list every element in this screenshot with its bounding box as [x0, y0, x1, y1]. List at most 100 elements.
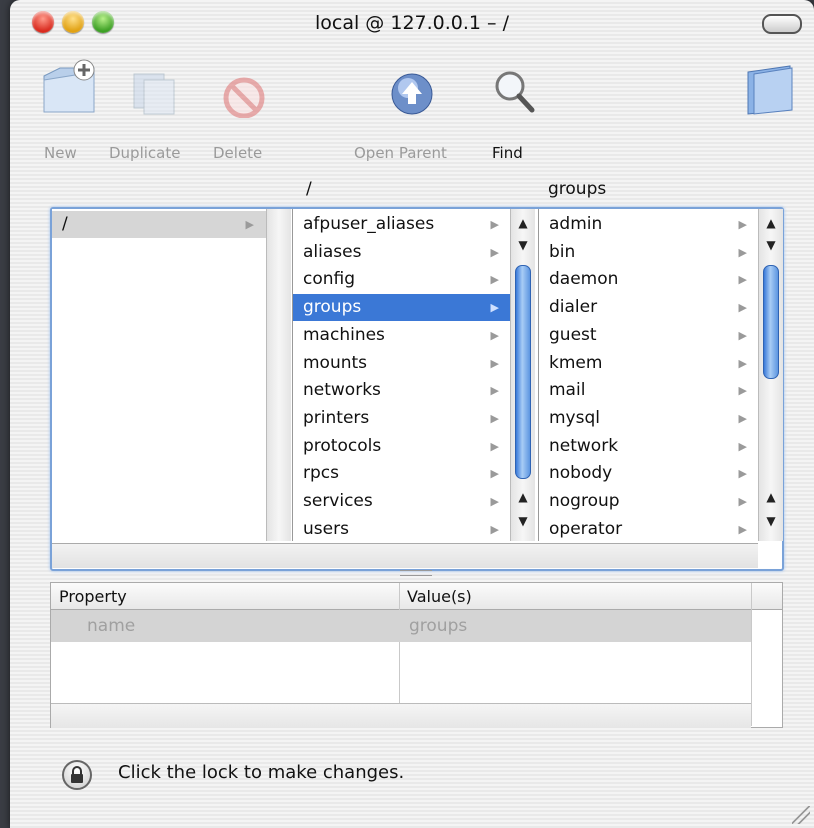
disclosure-arrow-icon: ▶ — [738, 467, 747, 481]
delete-label: Delete — [213, 144, 263, 162]
title-bar[interactable]: local @ 127.0.0.1 – / — [10, 0, 814, 46]
disclosure-arrow-icon: ▶ — [490, 411, 499, 425]
find-label: Find — [492, 144, 523, 162]
list-item[interactable]: bin ▶ — [539, 239, 759, 266]
list-item[interactable]: services ▶ — [293, 488, 511, 515]
properties-table: Property Value(s) name groups — [50, 582, 783, 728]
new-label: New — [44, 144, 77, 162]
column2-header: / — [306, 179, 312, 199]
delete-icon — [223, 77, 265, 118]
disclosure-arrow-icon: ▶ — [490, 301, 499, 315]
lock-icon — [71, 766, 83, 783]
table-row[interactable]: name groups — [51, 610, 751, 642]
list-item[interactable]: dialer ▶ — [539, 294, 759, 321]
property-value-cell: groups — [409, 616, 468, 636]
list-item[interactable]: rpcs ▶ — [293, 460, 511, 487]
scroll-down-arrow-icon[interactable]: ▼ — [511, 233, 535, 257]
disclosure-arrow-icon: ▶ — [490, 522, 499, 536]
disclosure-arrow-icon: ▶ — [738, 384, 747, 398]
disclosure-arrow-icon: ▶ — [490, 439, 499, 453]
list-item[interactable]: network ▶ — [539, 433, 759, 460]
scroll-up-arrow-icon[interactable]: ▲ — [511, 485, 535, 509]
disclosure-arrow-icon: ▶ — [245, 218, 254, 231]
list-item[interactable]: mail ▶ — [539, 377, 759, 404]
list-item[interactable]: users ▶ — [293, 516, 511, 543]
browser-column-2: afpuser_aliases ▶ aliases ▶ config ▶ groups ▶ ma… — [292, 209, 511, 541]
disclosure-arrow-icon: ▶ — [490, 467, 499, 481]
browser-horizontal-scrollbar[interactable] — [52, 543, 758, 568]
scroll-down-arrow-icon[interactable]: ▼ — [759, 509, 783, 533]
disclosure-arrow-icon: ▶ — [738, 356, 747, 370]
disclosure-arrow-icon: ▶ — [738, 411, 747, 425]
properties-horizontal-scrollbar[interactable] — [51, 703, 751, 728]
disclosure-arrow-icon: ▶ — [738, 328, 747, 342]
list-item[interactable]: / ▶ — [52, 211, 266, 238]
list-item[interactable]: operator ▶ — [539, 516, 759, 543]
new-button[interactable] — [40, 58, 98, 118]
disclosure-arrow-icon: ▶ — [738, 439, 747, 453]
list-item[interactable]: guest ▶ — [539, 322, 759, 349]
window-title: local @ 127.0.0.1 – / — [315, 12, 509, 34]
column3-scrollbar[interactable]: ▲ ▼ ▲ ▼ — [758, 209, 783, 541]
disclosure-arrow-icon: ▶ — [738, 245, 747, 259]
list-item[interactable]: admin ▶ — [539, 211, 759, 238]
folder-icon — [747, 65, 793, 115]
disclosure-arrow-icon: ▶ — [490, 245, 499, 259]
list-item[interactable]: mysql ▶ — [539, 405, 759, 432]
disclosure-arrow-icon: ▶ — [490, 218, 499, 231]
column2-scrollbar[interactable]: ▲ ▼ ▲ ▼ — [510, 209, 535, 541]
list-item[interactable]: nogroup ▶ — [539, 488, 759, 515]
column1-scrollbar[interactable] — [266, 209, 291, 541]
list-item[interactable]: aliases ▶ — [293, 239, 511, 266]
disclosure-arrow-icon: ▶ — [490, 384, 499, 398]
list-item[interactable]: printers ▶ — [293, 405, 511, 432]
column3-header: groups — [548, 179, 607, 199]
disclosure-arrow-icon: ▶ — [490, 273, 499, 287]
list-item[interactable]: mounts ▶ — [293, 350, 511, 377]
list-item[interactable]: afpuser_aliases ▶ — [293, 211, 511, 238]
scroll-down-arrow-icon[interactable]: ▼ — [511, 509, 535, 533]
toolbar-toggle-button[interactable] — [762, 14, 802, 34]
directory-browser: / ▶ afpuser_aliases ▶ aliases ▶ config ▶ group… — [50, 207, 784, 571]
duplicate-button[interactable] — [128, 58, 180, 118]
split-view-grip[interactable] — [400, 570, 432, 576]
list-item[interactable]: kmem ▶ — [539, 350, 759, 377]
magnifier-icon — [495, 71, 535, 113]
list-item[interactable]: groups ▶ — [293, 294, 511, 322]
disclosure-arrow-icon: ▶ — [738, 495, 747, 508]
list-item[interactable]: daemon ▶ — [539, 266, 759, 293]
column-divider — [751, 583, 752, 726]
folder-button[interactable] — [740, 58, 796, 118]
delete-button[interactable] — [218, 58, 270, 118]
values-column-header[interactable]: Value(s) — [407, 587, 472, 606]
list-item[interactable]: nobody ▶ — [539, 460, 759, 487]
duplicate-label: Duplicate — [109, 144, 181, 162]
scroll-up-arrow-icon[interactable]: ▲ — [511, 211, 535, 235]
list-item[interactable]: machines ▶ — [293, 322, 511, 349]
list-item[interactable]: networks ▶ — [293, 377, 511, 404]
properties-table-header: Property Value(s) — [51, 583, 782, 610]
disclosure-arrow-icon: ▶ — [490, 328, 499, 342]
list-item[interactable]: protocols ▶ — [293, 433, 511, 460]
open-parent-label: Open Parent — [354, 144, 447, 162]
property-name-cell: name — [87, 616, 136, 636]
scroll-up-arrow-icon[interactable]: ▲ — [759, 211, 783, 235]
netinfo-manager-window: local @ 127.0.0.1 – / New Duplicate Dele… — [10, 0, 814, 828]
disclosure-arrow-icon: ▶ — [738, 273, 747, 287]
lock-button[interactable] — [62, 760, 92, 790]
column3-scroll-thumb[interactable] — [763, 265, 779, 379]
property-column-header[interactable]: Property — [59, 587, 127, 606]
resize-grip-icon[interactable] — [792, 806, 810, 824]
column2-scroll-thumb[interactable] — [515, 265, 531, 479]
open-parent-icon — [391, 73, 433, 115]
lock-message: Click the lock to make changes. — [118, 762, 405, 783]
disclosure-arrow-icon: ▶ — [738, 218, 747, 231]
scroll-up-arrow-icon[interactable]: ▲ — [759, 485, 783, 509]
open-parent-button[interactable] — [386, 58, 438, 118]
disclosure-arrow-icon: ▶ — [738, 301, 747, 315]
scroll-down-arrow-icon[interactable]: ▼ — [759, 233, 783, 257]
duplicate-icon — [133, 73, 175, 115]
find-button[interactable] — [490, 58, 542, 118]
disclosure-arrow-icon: ▶ — [738, 522, 747, 536]
list-item[interactable]: config ▶ — [293, 266, 511, 293]
